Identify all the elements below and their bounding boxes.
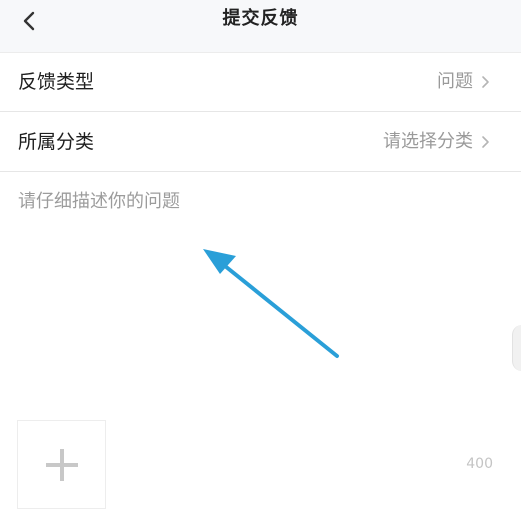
char-limit-counter: 400 xyxy=(466,456,493,472)
feedback-type-row[interactable]: 反馈类型 问题 xyxy=(0,53,521,112)
add-image-button[interactable] xyxy=(17,420,106,509)
plus-icon xyxy=(45,448,78,481)
description-input[interactable] xyxy=(0,173,521,413)
nav-header: 提交反馈 xyxy=(0,0,521,53)
chevron-right-icon xyxy=(482,136,489,148)
chevron-right-icon xyxy=(482,76,489,88)
category-row[interactable]: 所属分类 请选择分类 xyxy=(0,113,521,172)
category-value: 请选择分类 xyxy=(383,131,473,152)
category-label: 所属分类 xyxy=(18,131,95,153)
edge-handle[interactable] xyxy=(512,325,521,371)
page-title: 提交反馈 xyxy=(222,8,299,29)
feedback-type-label: 反馈类型 xyxy=(18,71,95,93)
feedback-type-value: 问题 xyxy=(437,71,473,92)
